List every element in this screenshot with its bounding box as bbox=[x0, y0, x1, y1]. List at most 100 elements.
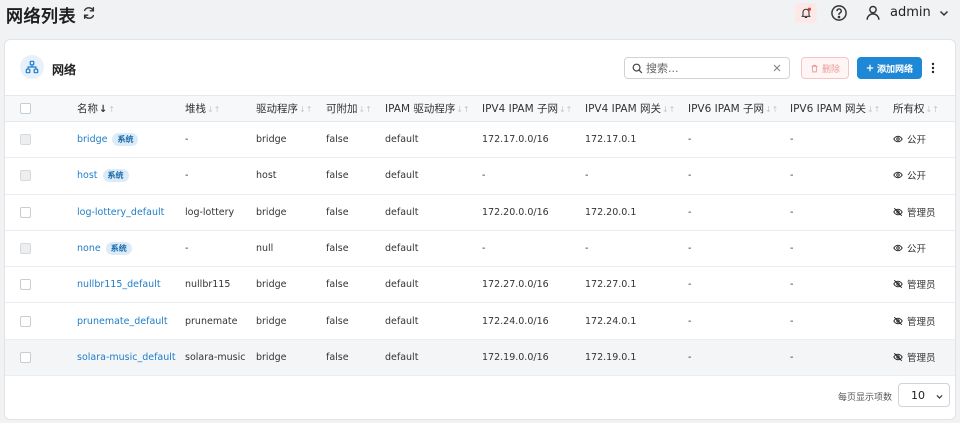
cell-ipv4-subnet: 172.20.0.0/16 bbox=[482, 194, 585, 231]
user-menu-name[interactable]: admin bbox=[890, 5, 931, 20]
cell-ipv4-subnet: 172.24.0.0/16 bbox=[482, 302, 585, 340]
column-header-ipv4-gateway[interactable]: IPV4 IPAM 网关↓↑ bbox=[585, 95, 688, 122]
column-header-stack[interactable]: 堆栈↓↑ bbox=[185, 95, 256, 122]
system-badge: 系统 bbox=[112, 133, 139, 147]
row-checkbox[interactable] bbox=[20, 279, 31, 291]
cell-ipv4-subnet: 172.17.0.0/16 bbox=[482, 121, 585, 159]
cell-ipv6-subnet: - bbox=[688, 121, 790, 159]
cell-attachable: false bbox=[326, 266, 385, 304]
table-row: nullbr115_default nullbr115 bridge false… bbox=[5, 266, 955, 304]
cell-driver: bridge bbox=[256, 302, 326, 340]
eye-icon bbox=[893, 172, 903, 179]
system-badge: 系统 bbox=[105, 242, 132, 256]
column-header-name[interactable]: 名称↓↑ bbox=[77, 95, 185, 122]
search-input[interactable] bbox=[646, 60, 766, 76]
network-name-link[interactable]: bridge bbox=[77, 134, 107, 145]
select-all-checkbox[interactable] bbox=[20, 103, 31, 114]
notifications-button[interactable] bbox=[795, 3, 817, 23]
chevron-down-icon[interactable] bbox=[938, 7, 950, 19]
cell-stack: - bbox=[185, 230, 256, 268]
page-size-label: 每页显示项数 bbox=[838, 393, 893, 403]
cell-ipv4-gateway: 172.17.0.1 bbox=[585, 121, 688, 159]
cell-ipv6-subnet: - bbox=[688, 157, 790, 195]
eye-icon bbox=[893, 244, 903, 252]
top-bar: 网络列表 admin bbox=[0, 0, 960, 28]
bell-icon bbox=[801, 7, 812, 19]
header-select-all[interactable] bbox=[5, 95, 77, 122]
row-checkbox bbox=[20, 170, 31, 182]
eye-off-icon bbox=[893, 316, 903, 325]
network-name-link[interactable]: host bbox=[77, 170, 98, 181]
cell-ipv4-subnet: - bbox=[482, 230, 585, 268]
table-row: bridge 系统 - bridge false default 172.17.0… bbox=[5, 121, 955, 159]
system-badge: 系统 bbox=[102, 169, 129, 183]
page-title: 网络列表 bbox=[6, 7, 76, 27]
table-row: host 系统 - host false default - - - - 公开 bbox=[5, 157, 955, 195]
close-icon[interactable] bbox=[772, 63, 782, 73]
add-network-button[interactable]: 添加网络 bbox=[857, 57, 922, 79]
row-checkbox[interactable] bbox=[20, 206, 31, 218]
cell-ipam-driver: default bbox=[385, 157, 482, 195]
cell-ipam-driver: default bbox=[385, 266, 482, 304]
cell-ipv4-subnet: - bbox=[482, 157, 585, 195]
cell-ipam-driver: default bbox=[385, 302, 482, 340]
cell-ipv4-gateway: 172.20.0.1 bbox=[585, 194, 688, 231]
column-header-ipv6-gateway[interactable]: IPV6 IPAM 网关↓↑ bbox=[790, 95, 893, 122]
delete-button[interactable]: 删除 bbox=[801, 57, 849, 79]
table-row: solara-music_default solara-music bridge… bbox=[5, 339, 955, 377]
cell-ipv4-subnet: 172.19.0.0/16 bbox=[482, 339, 585, 377]
refresh-icon[interactable] bbox=[82, 6, 96, 20]
cell-attachable: false bbox=[326, 121, 385, 159]
network-name-link[interactable]: log-lottery_default bbox=[77, 207, 164, 218]
cell-driver: null bbox=[256, 230, 326, 268]
row-checkbox bbox=[20, 243, 31, 255]
cell-stack: - bbox=[185, 121, 256, 159]
page-size-select[interactable]: 10 bbox=[898, 383, 950, 407]
cell-ipam-driver: default bbox=[385, 121, 482, 159]
plus-icon bbox=[866, 64, 874, 72]
column-header-ipv4-subnet[interactable]: IPV4 IPAM 子网↓↑ bbox=[482, 95, 585, 122]
cell-ipv4-gateway: 172.24.0.1 bbox=[585, 302, 688, 340]
cell-ipv4-gateway: 172.27.0.1 bbox=[585, 266, 688, 304]
more-vertical-icon[interactable] bbox=[928, 60, 938, 76]
cell-stack: solara-music bbox=[185, 339, 256, 377]
sort-icon: ↓↑ bbox=[866, 105, 881, 114]
networks-table: 名称↓↑ 堆栈↓↑ 驱动程序↓↑ 可附加↓↑ IPAM 驱动程序↓↑ IPV4 … bbox=[5, 95, 955, 377]
cell-driver: bridge bbox=[256, 194, 326, 231]
network-name-link[interactable]: nullbr115_default bbox=[77, 279, 161, 290]
help-icon[interactable] bbox=[830, 4, 848, 22]
network-name-link[interactable]: prunemate_default bbox=[77, 316, 168, 327]
column-header-ownership[interactable]: 所有权↓↑ bbox=[893, 95, 955, 122]
sort-icon: ↓↑ bbox=[358, 105, 372, 114]
eye-off-icon bbox=[893, 352, 903, 361]
cell-stack: log-lottery bbox=[185, 194, 256, 231]
search-box bbox=[624, 57, 790, 79]
eye-off-icon bbox=[893, 207, 903, 216]
ownership: 公开 bbox=[893, 168, 926, 182]
network-icon bbox=[20, 55, 44, 79]
user-icon[interactable] bbox=[864, 4, 882, 22]
row-checkbox[interactable] bbox=[20, 315, 31, 327]
sort-desc-icon: ↓ bbox=[99, 104, 108, 115]
cell-driver: host bbox=[256, 157, 326, 195]
column-header-ipv6-subnet[interactable]: IPV6 IPAM 子网↓↑ bbox=[688, 95, 790, 122]
cell-attachable: false bbox=[326, 302, 385, 340]
cell-ipv6-gateway: - bbox=[790, 266, 893, 304]
cell-ipv6-gateway: - bbox=[790, 157, 893, 195]
column-header-attachable[interactable]: 可附加↓↑ bbox=[326, 95, 385, 122]
cell-attachable: false bbox=[326, 194, 385, 231]
ownership: 管理员 bbox=[893, 314, 936, 328]
cell-stack: prunemate bbox=[185, 302, 256, 340]
ownership: 管理员 bbox=[893, 205, 936, 219]
network-name-link[interactable]: none bbox=[77, 243, 101, 254]
cell-driver: bridge bbox=[256, 266, 326, 304]
column-header-ipam-driver[interactable]: IPAM 驱动程序↓↑ bbox=[385, 95, 482, 122]
row-checkbox[interactable] bbox=[20, 351, 31, 363]
sort-icon: ↓↑ bbox=[925, 105, 939, 114]
network-name-link[interactable]: solara-music_default bbox=[77, 352, 176, 363]
sort-icon: ↓↑ bbox=[764, 105, 779, 114]
column-header-driver[interactable]: 驱动程序↓↑ bbox=[256, 95, 326, 122]
cell-attachable: false bbox=[326, 230, 385, 268]
cell-stack: nullbr115 bbox=[185, 266, 256, 304]
ownership: 公开 bbox=[893, 132, 926, 146]
